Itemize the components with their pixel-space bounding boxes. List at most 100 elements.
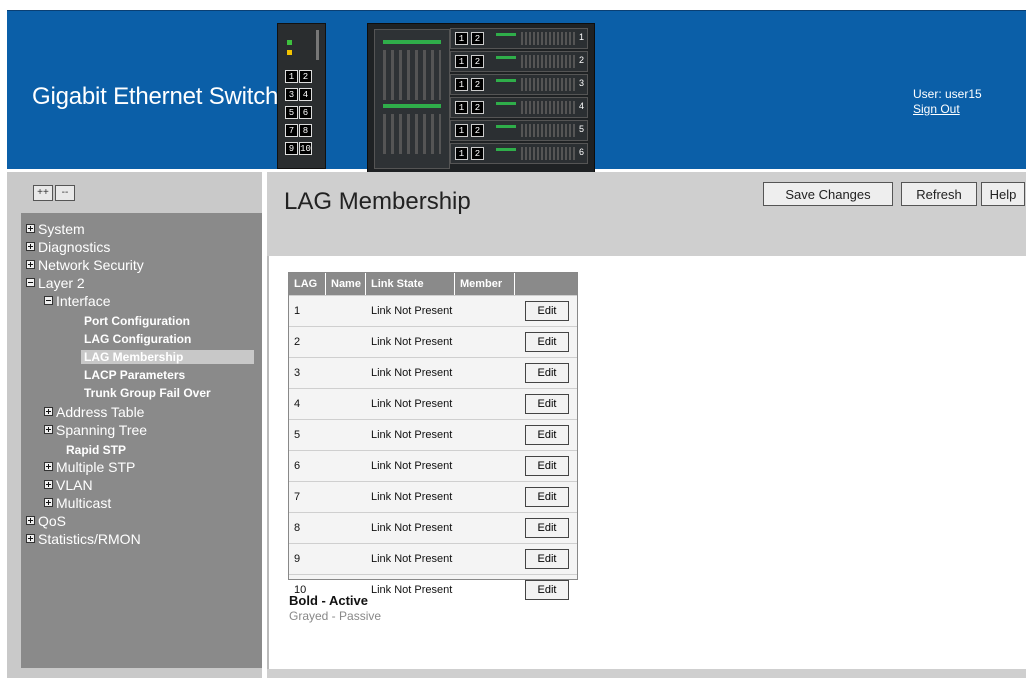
- sign-out-link[interactable]: Sign Out: [913, 102, 982, 116]
- tree-item-statistics-rmon[interactable]: Statistics/RMON: [26, 531, 141, 547]
- legend-active: Bold - Active: [289, 593, 368, 608]
- lag-id: 7: [294, 491, 301, 503]
- column-header-lag: LAG: [289, 273, 326, 295]
- tree-item-port-configuration[interactable]: Port Configuration: [84, 314, 190, 328]
- help-button[interactable]: Help: [981, 182, 1025, 206]
- tree-item-system[interactable]: System: [26, 221, 85, 237]
- lag-membership-table: LAG Name Link State Member 1 Link Not Pr…: [288, 272, 578, 600]
- blade-slot: 1 2 4: [450, 97, 588, 118]
- blade-slot: 1 2 3: [450, 74, 588, 95]
- expand-icon: [44, 498, 53, 507]
- save-changes-button[interactable]: Save Changes: [763, 182, 893, 206]
- link-state: Link Not Present: [371, 429, 453, 441]
- collapse-icon: [44, 296, 53, 305]
- main-content: LAG Membership Save Changes Refresh Help…: [267, 172, 1026, 678]
- blade-slot: 1 2 5: [450, 120, 588, 141]
- link-state: Link Not Present: [371, 398, 453, 410]
- link-state: Link Not Present: [371, 367, 453, 379]
- edit-button[interactable]: Edit: [525, 394, 569, 414]
- link-state: Link Not Present: [371, 305, 453, 317]
- status-led-icon: [287, 50, 292, 55]
- tree-item-lacp-parameters[interactable]: LACP Parameters: [84, 368, 185, 382]
- table-row: 1 Link Not Present Edit: [289, 295, 577, 326]
- tree-item-layer2[interactable]: Layer 2: [26, 275, 85, 291]
- edit-button[interactable]: Edit: [525, 363, 569, 383]
- panel-edge: [316, 30, 319, 60]
- lag-id: 1: [294, 305, 301, 317]
- edit-button[interactable]: Edit: [525, 487, 569, 507]
- user-info: User: user15 Sign Out: [913, 87, 982, 116]
- tree-item-lag-configuration[interactable]: LAG Configuration: [84, 332, 191, 346]
- edit-button[interactable]: Edit: [525, 425, 569, 445]
- tree-item-diagnostics[interactable]: Diagnostics: [26, 239, 110, 255]
- table-row: 4 Link Not Present Edit: [289, 388, 577, 419]
- bottom-strip: [267, 669, 1026, 678]
- column-header-name: Name: [326, 273, 366, 295]
- table-row: 8 Link Not Present Edit: [289, 512, 577, 543]
- lag-id: 9: [294, 553, 301, 565]
- edit-button[interactable]: Edit: [525, 456, 569, 476]
- legend-passive: Grayed - Passive: [289, 609, 382, 623]
- chassis-module: [374, 29, 450, 169]
- status-led-icon: [287, 40, 292, 45]
- switch-port: 3: [285, 88, 298, 101]
- tree-item-qos[interactable]: QoS: [26, 513, 66, 529]
- tree-item-spanning-tree[interactable]: Spanning Tree: [44, 422, 147, 438]
- switch-port: 5: [285, 106, 298, 119]
- tree-item-lag-membership[interactable]: LAG Membership: [81, 350, 254, 364]
- expand-all-button[interactable]: ++: [33, 185, 53, 201]
- edit-button[interactable]: Edit: [525, 580, 569, 600]
- collapse-all-button[interactable]: --: [55, 185, 75, 201]
- tree-item-address-table[interactable]: Address Table: [44, 404, 144, 420]
- tree-item-multicast[interactable]: Multicast: [44, 495, 111, 511]
- expand-icon: [44, 480, 53, 489]
- switch-port: 2: [299, 70, 312, 83]
- tree-item-vlan[interactable]: VLAN: [44, 477, 93, 493]
- table-row: 3 Link Not Present Edit: [289, 357, 577, 388]
- tree-item-network-security[interactable]: Network Security: [26, 257, 144, 273]
- tree-item-rapid-stp[interactable]: Rapid STP: [66, 443, 126, 457]
- refresh-button[interactable]: Refresh: [901, 182, 977, 206]
- expand-icon: [26, 242, 35, 251]
- switch-port: 10: [299, 142, 312, 155]
- table-row: 5 Link Not Present Edit: [289, 419, 577, 450]
- switch-front-panel-image: 1 2 3 4 5 6 7 8 9 10: [277, 23, 326, 169]
- edit-button[interactable]: Edit: [525, 549, 569, 569]
- link-state: Link Not Present: [371, 336, 453, 348]
- switch-port: 7: [285, 124, 298, 137]
- edit-button[interactable]: Edit: [525, 332, 569, 352]
- table-row: 6 Link Not Present Edit: [289, 450, 577, 481]
- page-header-bar: LAG Membership Save Changes Refresh Help: [267, 172, 1026, 256]
- switch-port: 4: [299, 88, 312, 101]
- edit-button[interactable]: Edit: [525, 518, 569, 538]
- lag-id: 6: [294, 460, 301, 472]
- table-row: 9 Link Not Present Edit: [289, 543, 577, 574]
- table-row: 2 Link Not Present Edit: [289, 326, 577, 357]
- switch-port: 1: [285, 70, 298, 83]
- link-state: Link Not Present: [371, 553, 453, 565]
- lag-id: 4: [294, 398, 301, 410]
- table-row: 7 Link Not Present Edit: [289, 481, 577, 512]
- expand-icon: [26, 224, 35, 233]
- tree-item-multiple-stp[interactable]: Multiple STP: [44, 459, 135, 475]
- tree-item-interface[interactable]: Interface: [44, 293, 110, 309]
- expand-icon: [26, 534, 35, 543]
- tree-item-trunk-group-fail-over[interactable]: Trunk Group Fail Over: [84, 386, 211, 400]
- expand-icon: [26, 516, 35, 525]
- link-state: Link Not Present: [371, 522, 453, 534]
- lag-id: 2: [294, 336, 301, 348]
- link-state: Link Not Present: [371, 491, 453, 503]
- navigation-tree: System Diagnostics Network Security Laye…: [21, 213, 262, 668]
- user-label: User: user15: [913, 87, 982, 101]
- expand-icon: [44, 425, 53, 434]
- blade-slot: 1 2 6: [450, 143, 588, 164]
- expand-icon: [44, 462, 53, 471]
- header-banner: Gigabit Ethernet Switch 1 2 3 4 5 6 7 8 …: [7, 10, 1026, 173]
- tree-toolbar: ++ --: [33, 182, 77, 201]
- lag-id: 3: [294, 367, 301, 379]
- chassis-image: 1 2 1 1 2 2 1 2 3 1 2 4 1 2 5 1 2 6: [367, 23, 595, 173]
- link-state: Link Not Present: [371, 460, 453, 472]
- column-header-member: Member: [455, 273, 515, 295]
- edit-button[interactable]: Edit: [525, 301, 569, 321]
- blade-slot: 1 2 1: [450, 28, 588, 49]
